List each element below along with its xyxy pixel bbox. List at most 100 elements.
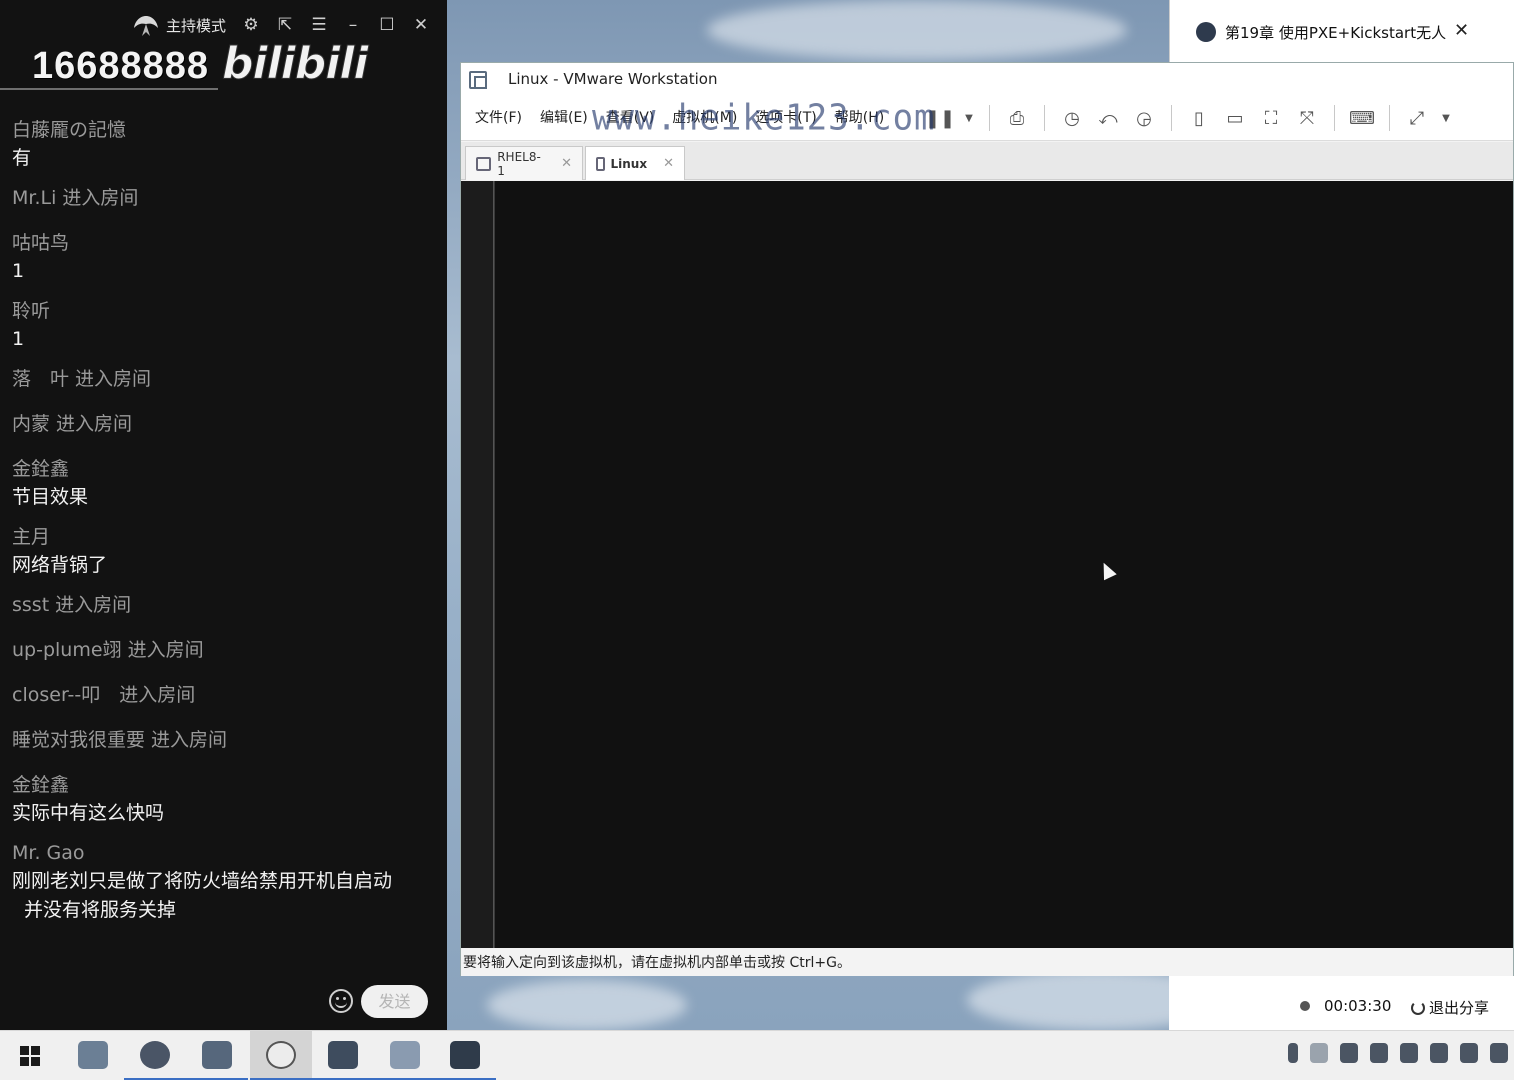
watermark: www.heike123.com	[592, 97, 936, 139]
fullscreen-icon[interactable]: ⛶	[1258, 105, 1284, 131]
popout-icon[interactable]: ⇱	[274, 14, 296, 36]
host-avatar-icon	[134, 16, 158, 36]
chat-username[interactable]: Mr. Gao	[12, 839, 437, 867]
vmware-app-icon	[469, 71, 487, 89]
paint-taskbar-icon[interactable]	[374, 1031, 436, 1080]
dropdown-arrow-icon[interactable]: ▼	[963, 105, 975, 131]
toolbar-separator	[1334, 105, 1335, 131]
close-icon[interactable]: ✕	[410, 14, 432, 36]
menu-icon[interactable]: ☰	[308, 14, 330, 36]
tab-rhel8-1[interactable]: RHEL8-1 ✕	[465, 146, 583, 180]
share-notification: 第19章 使用PXE+Kickstart无人 ✕	[1169, 0, 1514, 62]
qq-tray-icon[interactable]	[1400, 1043, 1418, 1063]
share-title: 第19章 使用PXE+Kickstart无人	[1225, 24, 1447, 42]
chat-message: 金銓鑫 节目效果	[12, 455, 437, 512]
chat-username[interactable]: 金銓鑫	[12, 771, 437, 799]
chat-enter-notice: 睡觉对我很重要 进入房间	[12, 729, 228, 751]
file-explorer-icon[interactable]	[62, 1031, 124, 1080]
toolbar-separator	[1389, 105, 1390, 131]
taskbar	[0, 1030, 1514, 1080]
vm-console-screen[interactable]	[494, 181, 1513, 948]
snapshot-manager-icon[interactable]: ◶	[1131, 105, 1157, 131]
terminal-taskbar-icon[interactable]	[312, 1031, 374, 1080]
sidebar-toggle-icon[interactable]: ▯	[1186, 105, 1212, 131]
media-taskbar-icon[interactable]	[434, 1031, 496, 1080]
snapshot-icon[interactable]: ◷	[1059, 105, 1085, 131]
host-mode-indicator[interactable]: 主持模式	[132, 12, 226, 38]
menu-file[interactable]: 文件(F)	[475, 107, 522, 127]
exit-share-label: 退出分享	[1429, 999, 1490, 1017]
revert-snapshot-icon[interactable]: ⤺	[1095, 105, 1121, 131]
vmware-taskbar-icon[interactable]	[186, 1031, 248, 1080]
browser-icon[interactable]	[124, 1031, 186, 1080]
chat-message: Mr. Gao 刚刚老刘只是做了将防火墙给禁用开机自启动并没有将服务关掉	[12, 839, 437, 925]
vm-library-strip	[461, 181, 494, 948]
recording-dot-icon	[1300, 1001, 1310, 1011]
network-icon[interactable]	[1310, 1043, 1328, 1063]
windows-start-icon[interactable]	[20, 1046, 40, 1066]
chat-enter-notice: 内蒙 进入房间	[12, 413, 133, 435]
chat-username[interactable]: 聆听	[12, 297, 437, 325]
tab-label: Linux	[610, 156, 648, 171]
host-mode-label: 主持模式	[166, 16, 227, 35]
dropdown-arrow-icon[interactable]: ▼	[1440, 105, 1452, 131]
chat-enter-notice: up-plume翊 进入房间	[12, 639, 204, 661]
tab-close-icon[interactable]: ✕	[561, 156, 572, 171]
toolbar-separator	[1044, 105, 1045, 131]
chat-window-controls: ⚙ ⇱ ☰ – ☐ ✕	[240, 14, 432, 36]
emoji-icon[interactable]	[329, 989, 353, 1013]
chat-topbar: 主持模式 ⚙ ⇱ ☰ – ☐ ✕ 16688888 bilibili	[0, 0, 447, 90]
toolbar-separator	[989, 105, 990, 131]
chat-message-list: 白藤龎の記憶有 Mr.Li 进入房间咕咕鸟 1 聆听 1 落 叶 进入房间 内蒙 进入房间金…	[12, 116, 437, 936]
maximize-icon[interactable]: ☐	[376, 14, 398, 36]
chat-message: 白藤龎の記憶有	[12, 116, 437, 173]
chat-username[interactable]: 主月	[12, 523, 437, 551]
tab-linux[interactable]: Linux ✕	[585, 146, 685, 180]
bird-icon	[1196, 22, 1216, 42]
minimize-icon[interactable]: –	[342, 14, 364, 36]
exit-share-button[interactable]: 退出分享	[1411, 997, 1489, 1018]
send-button[interactable]: 发送	[361, 985, 428, 1018]
console-icon[interactable]: ⌨	[1349, 105, 1375, 131]
chat-enter-notice: 落 叶 进入房间	[12, 368, 152, 390]
chat-text: 网络背锅了	[12, 554, 108, 576]
thumbnail-icon[interactable]: ▭	[1222, 105, 1248, 131]
chat-message: 咕咕鸟 1	[12, 229, 437, 286]
chat-enter-notice: closer--叩 进入房间	[12, 684, 196, 706]
vmware-toolbar: ❚❚ ▼ ⎙ ◷ ⤺ ◶ ▯ ▭ ⛶ ⤧ ⌨ ⤢ ▼	[925, 105, 1452, 131]
stretch-icon[interactable]: ⤢	[1404, 105, 1430, 131]
chat-enter-notice: ssst 进入房间	[12, 594, 132, 616]
tab-close-icon[interactable]: ✕	[663, 156, 674, 171]
chat-text: 1	[12, 328, 25, 350]
chat-username[interactable]: 咕咕鸟	[12, 229, 437, 257]
qq-tray-icon[interactable]	[1490, 1043, 1508, 1063]
toolbar-separator	[1171, 105, 1172, 131]
room-number: 16688888	[32, 45, 210, 87]
chat-message: 主月 网络背锅了	[12, 523, 437, 580]
send-keys-icon[interactable]: ⎙	[1004, 105, 1030, 131]
system-tray	[1288, 1043, 1508, 1063]
qq-tray-icon[interactable]	[1460, 1043, 1478, 1063]
chat-text: 刚刚老刘只是做了将防火墙给禁用开机自启动	[12, 870, 393, 892]
unity-icon[interactable]: ⤧	[1294, 105, 1320, 131]
vm-icon	[476, 156, 492, 171]
divider	[0, 88, 218, 90]
qq-tray-icon[interactable]	[1430, 1043, 1448, 1063]
microphone-icon[interactable]	[1288, 1043, 1298, 1063]
share-controls: 00:03:30 退出分享	[1169, 976, 1514, 1030]
vmware-window: Linux - VMware Workstation 文件(F) 编辑(E) 查…	[460, 62, 1514, 976]
tray-app-icon[interactable]	[1340, 1043, 1358, 1063]
vm-icon	[596, 156, 605, 171]
chat-username[interactable]: 金銓鑫	[12, 455, 437, 483]
chat-username[interactable]: 白藤龎の記憶	[12, 116, 437, 144]
chat-text: 节目效果	[12, 486, 89, 508]
chat-message: 金銓鑫 实际中有这么快吗	[12, 771, 437, 828]
live-chat-panel: 主持模式 ⚙ ⇱ ☰ – ☐ ✕ 16688888 bilibili 白藤龎の記…	[0, 0, 447, 1030]
qq-tray-icon[interactable]	[1370, 1043, 1388, 1063]
qq-taskbar-icon[interactable]	[250, 1031, 312, 1080]
settings-icon[interactable]: ⚙	[240, 14, 262, 36]
chat-enter-notice: Mr.Li 进入房间	[12, 187, 139, 209]
close-share-icon[interactable]: ✕	[1454, 20, 1469, 41]
menu-edit[interactable]: 编辑(E)	[540, 107, 588, 127]
chat-text: 并没有将服务关掉	[24, 899, 177, 921]
